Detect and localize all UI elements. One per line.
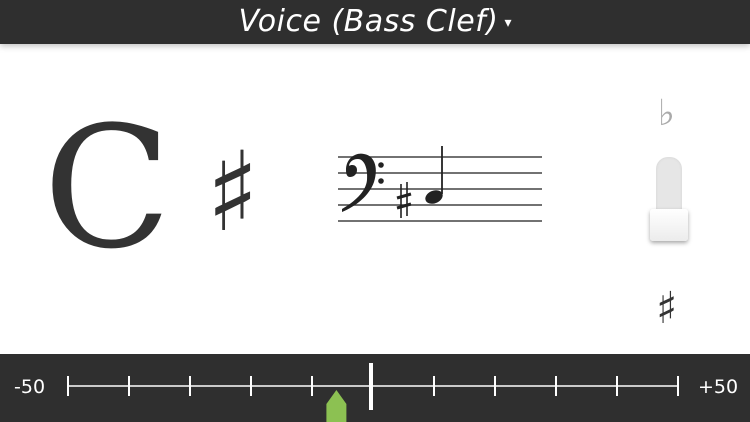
- pitch-needle: [326, 390, 347, 422]
- tuning-slider-thumb[interactable]: [650, 209, 688, 242]
- cents-meter: -50 +50: [0, 354, 750, 422]
- staff-sharp-icon: [396, 182, 412, 218]
- instrument-selector[interactable]: Voice (Bass Clef) ▾: [0, 0, 750, 44]
- meter-scale: [67, 363, 679, 422]
- instrument-title: Voice (Bass Clef): [238, 4, 499, 39]
- note-letter: C: [43, 90, 172, 286]
- pitch-indicator-icon: [326, 390, 347, 422]
- staff-notation: [338, 146, 542, 222]
- dropdown-caret-icon: ▾: [504, 15, 512, 31]
- note-accidental: ♯: [206, 127, 260, 256]
- bass-clef-icon: [342, 153, 384, 212]
- note-display: C ♯ ♭ ♯: [0, 44, 750, 354]
- quarter-note-icon: [425, 146, 443, 204]
- flat-icon: ♭: [658, 93, 675, 134]
- tuning-slider-column: ♭ ♯: [642, 94, 696, 354]
- sharp-icon: ♯: [656, 283, 678, 334]
